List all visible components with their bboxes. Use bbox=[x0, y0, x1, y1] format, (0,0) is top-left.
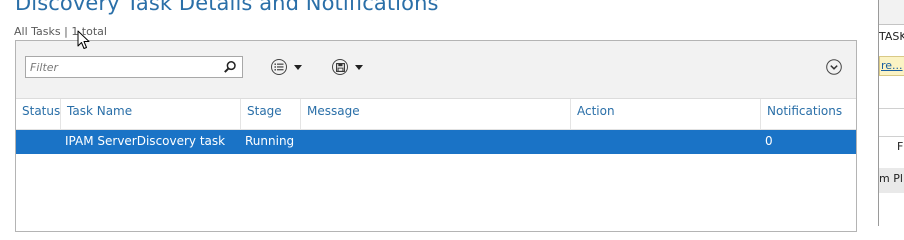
save-query-button[interactable] bbox=[332, 58, 363, 76]
task-summary-prefix: All Tasks | bbox=[14, 25, 72, 38]
toolbar bbox=[16, 41, 856, 99]
chevron-down-icon bbox=[294, 64, 302, 70]
list-options-icon bbox=[271, 59, 287, 75]
column-task-name[interactable]: Task Name bbox=[60, 99, 240, 129]
side-link[interactable]: re... bbox=[879, 56, 904, 76]
cell-status bbox=[16, 130, 60, 154]
tasks-panel: Status Task Name Stage Message Action No… bbox=[15, 40, 857, 232]
column-action[interactable]: Action bbox=[570, 99, 760, 129]
column-stage[interactable]: Stage bbox=[240, 99, 300, 129]
chevron-down-icon bbox=[355, 64, 363, 70]
filter-input[interactable] bbox=[26, 57, 220, 77]
cell-message bbox=[300, 130, 570, 154]
divider bbox=[879, 108, 904, 109]
table-header: Status Task Name Stage Message Action No… bbox=[16, 99, 856, 130]
list-options-button[interactable] bbox=[271, 58, 302, 76]
cell-action bbox=[570, 130, 760, 154]
divider bbox=[879, 136, 904, 137]
save-query-icon bbox=[332, 59, 348, 75]
mouse-cursor-icon bbox=[77, 30, 90, 49]
side-bottom-text: m Pl bbox=[879, 172, 903, 185]
task-summary: All Tasks | 1 total bbox=[14, 25, 107, 38]
side-panel-header bbox=[879, 0, 904, 25]
page-title: Discovery Task Details and Notifications bbox=[15, 0, 439, 15]
table-row[interactable]: IPAM ServerDiscovery task Running 0 bbox=[16, 130, 856, 154]
cell-notifications: 0 bbox=[765, 134, 773, 148]
cell-task-name: IPAM ServerDiscovery task bbox=[65, 134, 226, 148]
side-tasks-label[interactable]: TASKS bbox=[879, 30, 904, 43]
side-row-text: F bbox=[897, 140, 904, 153]
side-panel: TASKS re... F m Pl bbox=[878, 0, 904, 226]
column-message[interactable]: Message bbox=[300, 99, 570, 129]
expand-icon[interactable] bbox=[826, 59, 842, 75]
search-icon[interactable] bbox=[223, 60, 237, 74]
filter-box[interactable] bbox=[25, 56, 243, 78]
column-status[interactable]: Status bbox=[16, 99, 60, 129]
cell-stage: Running bbox=[245, 134, 295, 148]
column-notifications[interactable]: Notifications bbox=[760, 99, 856, 129]
